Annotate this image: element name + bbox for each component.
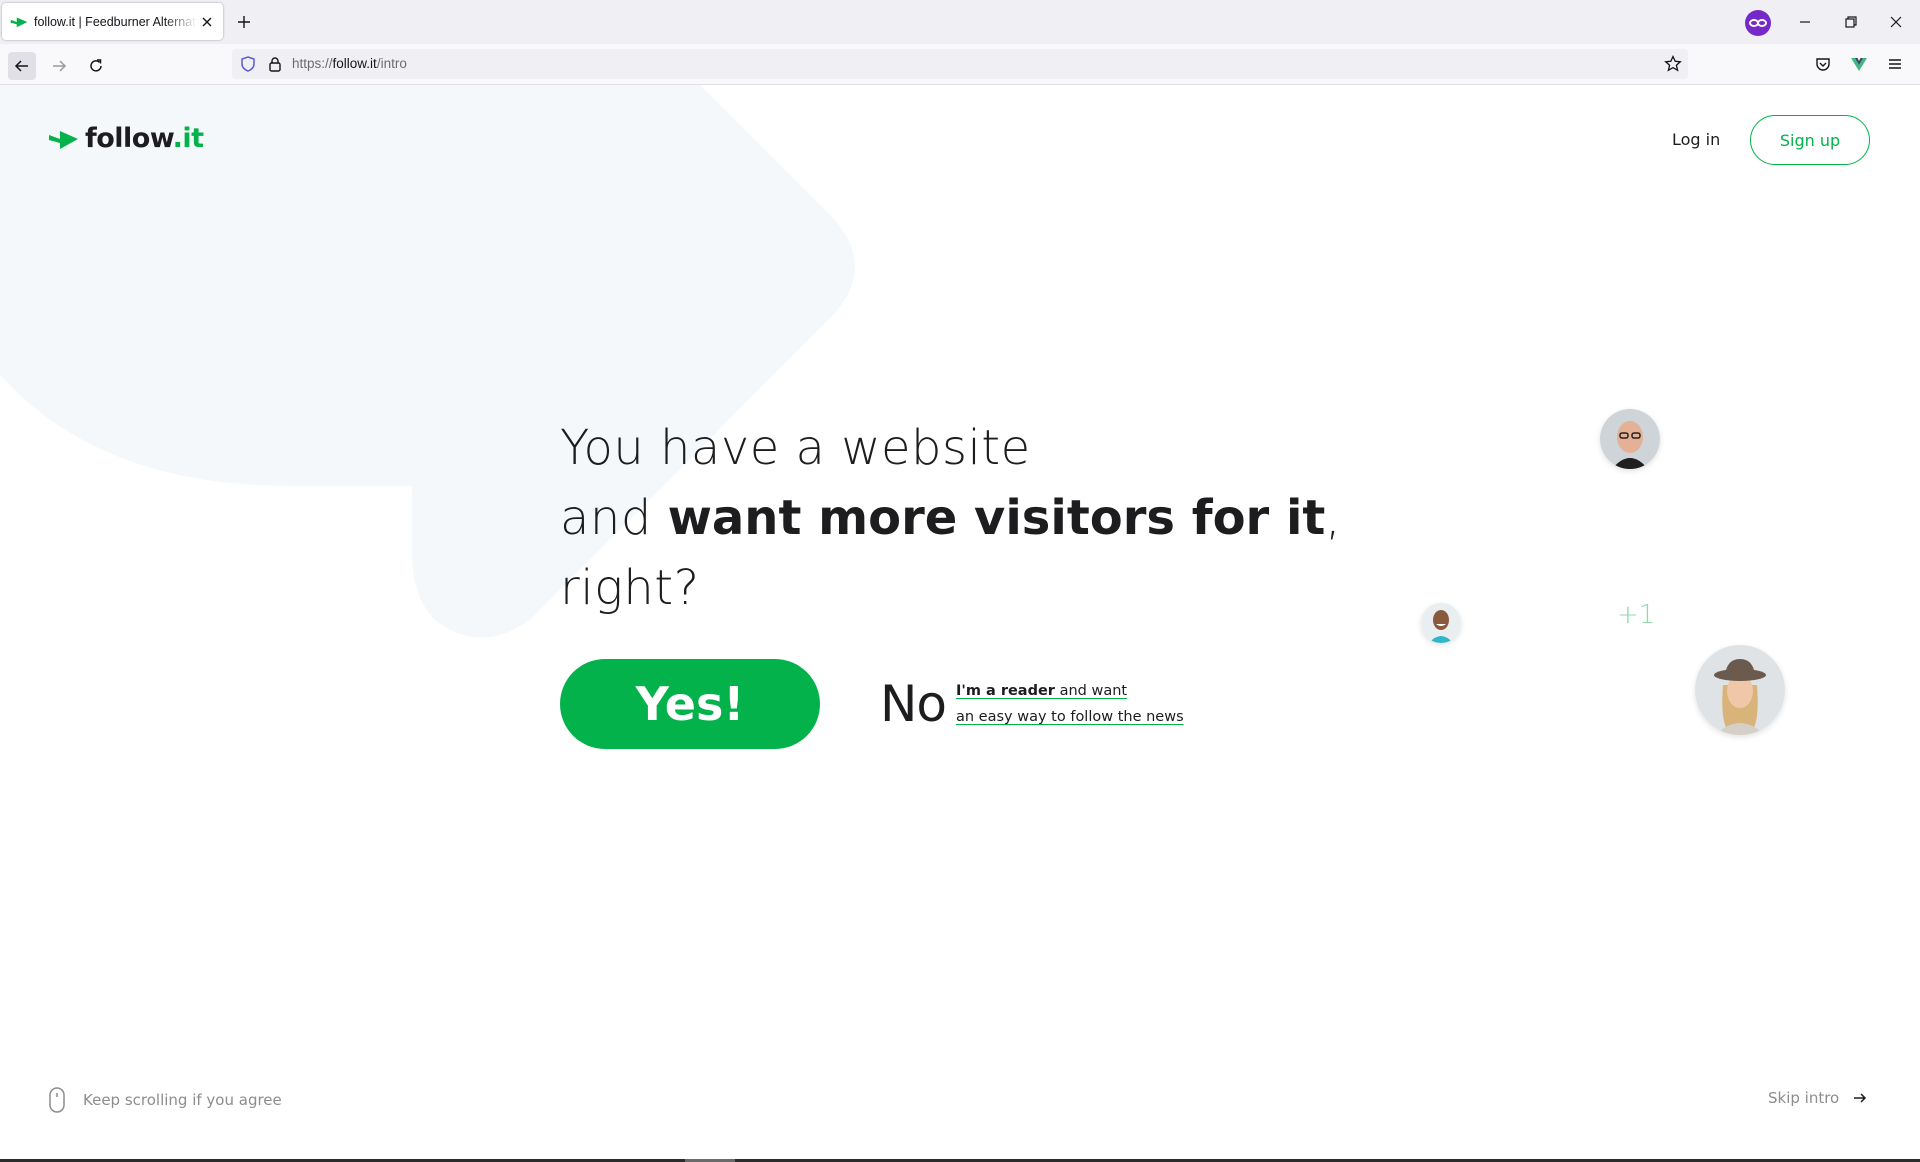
browser-nav-bar: https://follow.it/intro	[0, 44, 1920, 85]
close-tab-icon[interactable]	[199, 14, 215, 30]
avatar-smiling-man	[1421, 603, 1461, 643]
reload-button[interactable]	[82, 52, 110, 80]
bookmark-star-icon[interactable]	[1663, 54, 1683, 74]
hamburger-menu-icon[interactable]	[1886, 55, 1904, 73]
back-button[interactable]	[8, 52, 36, 80]
avatar-woman-hat	[1695, 645, 1785, 735]
headline-line-3: right?	[560, 560, 700, 616]
no-label: No	[880, 675, 947, 733]
browser-tab-title: follow.it | Feedburner Alternative	[34, 14, 197, 29]
pocket-icon[interactable]	[1814, 55, 1832, 73]
keep-scrolling-hint: Keep scrolling if you agree	[49, 1087, 282, 1113]
close-window-icon[interactable]	[1886, 12, 1906, 32]
forward-button[interactable]	[45, 52, 73, 80]
restore-window-icon[interactable]	[1841, 12, 1861, 32]
follow-it-favicon-icon	[10, 17, 28, 27]
mouse-scroll-icon	[49, 1087, 65, 1113]
address-bar[interactable]: https://follow.it/intro	[232, 49, 1688, 79]
hero-headline: You have a website and want more visitor…	[560, 413, 1360, 623]
yes-button[interactable]: Yes!	[560, 659, 820, 749]
skip-intro-link[interactable]: Skip intro	[1768, 1089, 1867, 1107]
arrow-left-icon	[14, 60, 28, 72]
headline-line-1: You have a website	[560, 420, 1031, 476]
browser-tab-bar: follow.it | Feedburner Alternative	[0, 0, 1920, 44]
browser-tab[interactable]: follow.it | Feedburner Alternative	[2, 3, 223, 40]
avatar-bald-man	[1600, 409, 1660, 469]
reader-link[interactable]: I'm a reader and want an easy way to fol…	[956, 678, 1184, 730]
skip-intro-text: Skip intro	[1768, 1089, 1840, 1107]
plus-one-badge: +1	[1617, 600, 1656, 630]
headline-line-2: and want more visitors for it,	[560, 490, 1342, 546]
no-reader-option[interactable]: No I'm a reader and want an easy way to …	[880, 675, 1184, 733]
vue-devtools-icon[interactable]	[1850, 55, 1868, 73]
page-content: follow.it Log in Sign up You have a webs…	[0, 85, 1920, 1162]
follow-it-logo-icon	[49, 130, 78, 149]
reload-icon	[90, 59, 102, 72]
follow-it-logo[interactable]: follow.it	[49, 123, 204, 154]
minimize-window-icon[interactable]	[1795, 12, 1815, 32]
shield-icon[interactable]	[239, 55, 257, 73]
arrow-right-icon	[1854, 1093, 1867, 1103]
login-link[interactable]: Log in	[1672, 130, 1720, 149]
signup-button[interactable]: Sign up	[1750, 115, 1870, 165]
arrow-right-icon	[53, 60, 67, 72]
private-mask-extension-icon[interactable]	[1745, 10, 1771, 36]
new-tab-plus-icon[interactable]	[232, 10, 256, 34]
url-text: https://follow.it/intro	[292, 56, 407, 71]
keep-scrolling-text: Keep scrolling if you agree	[83, 1091, 282, 1109]
logo-text: follow.it	[85, 123, 204, 154]
lock-icon[interactable]	[266, 55, 284, 73]
